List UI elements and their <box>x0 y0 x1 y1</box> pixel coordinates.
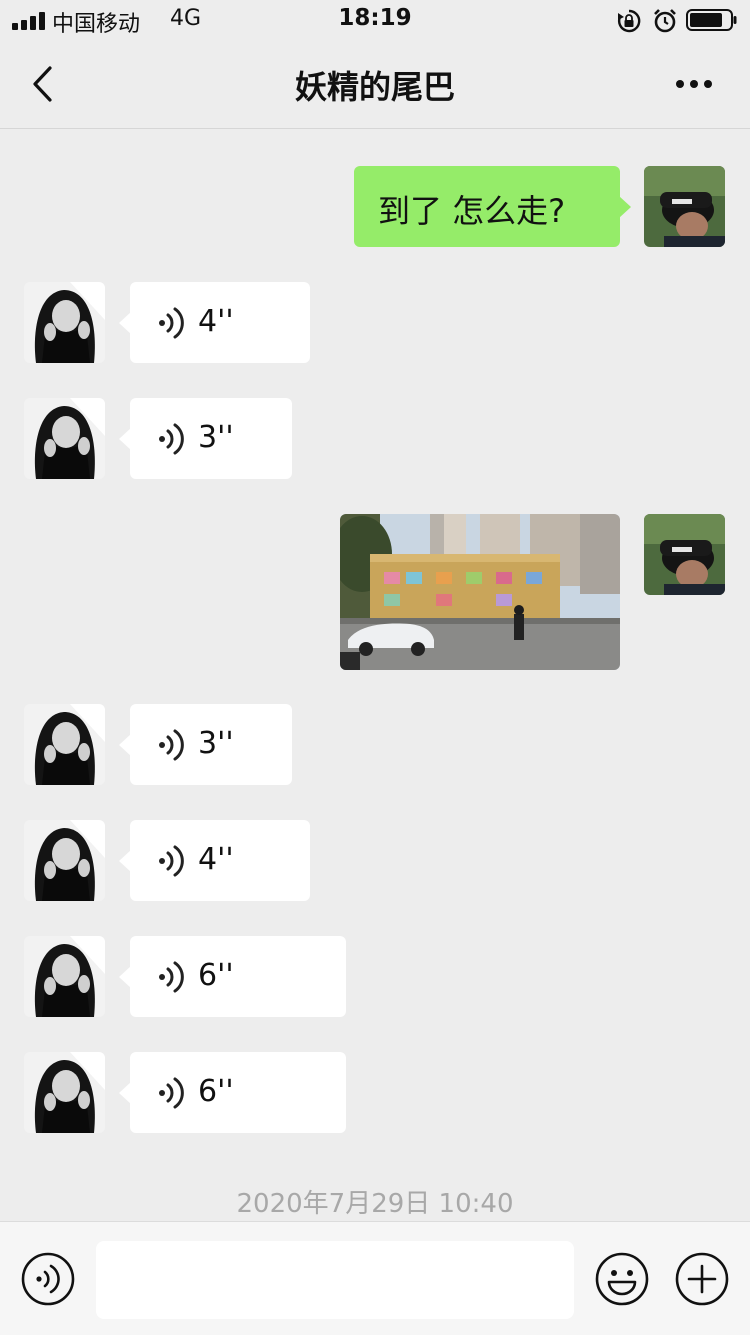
input-bar <box>0 1221 750 1335</box>
alarm-icon <box>654 9 676 33</box>
my-avatar[interactable] <box>644 166 725 247</box>
voice-message[interactable]: 6'' <box>119 1052 346 1133</box>
rotation-lock-icon <box>618 9 641 33</box>
contact-avatar[interactable] <box>24 1052 105 1133</box>
voice-message[interactable]: 4'' <box>119 820 310 901</box>
nav-bar: 妖精的尾巴 <box>0 40 750 129</box>
my-avatar[interactable] <box>644 514 725 595</box>
voice-duration: 6'' <box>198 1074 234 1109</box>
voice-message[interactable]: 3'' <box>119 704 292 785</box>
voice-mode-icon[interactable] <box>20 1251 76 1307</box>
more-horizontal-icon[interactable] <box>666 62 726 106</box>
plus-icon[interactable] <box>674 1251 730 1307</box>
contact-avatar[interactable] <box>24 398 105 479</box>
voice-wave-icon <box>159 961 184 993</box>
image-message[interactable] <box>340 514 620 670</box>
chat-title: 妖精的尾巴 <box>294 68 455 106</box>
contact-avatar[interactable] <box>24 820 105 901</box>
message-text: 到了 怎么走? <box>378 192 566 230</box>
emoji-icon[interactable] <box>594 1251 650 1307</box>
contact-avatar[interactable] <box>24 282 105 363</box>
message-list[interactable]: 到了 怎么走? 4'' 3'' 3'' 4'' 6'' 6'' 2020年7月2… <box>0 129 750 1221</box>
contact-avatar[interactable] <box>24 936 105 1017</box>
message-bubble-text[interactable]: 到了 怎么走? <box>354 166 631 247</box>
status-bar: 中国移动 4G 18:19 <box>0 0 750 40</box>
voice-message[interactable]: 4'' <box>119 282 310 363</box>
voice-wave-icon <box>159 845 184 877</box>
battery-icon <box>686 9 737 31</box>
voice-message[interactable]: 6'' <box>119 936 346 1017</box>
voice-wave-icon <box>159 423 184 455</box>
voice-duration: 3'' <box>198 420 234 455</box>
contact-avatar[interactable] <box>24 704 105 785</box>
chat-timestamp: 2020年7月29日 10:40 <box>236 1189 514 1219</box>
voice-duration: 3'' <box>198 726 234 761</box>
voice-duration: 4'' <box>198 842 234 877</box>
voice-wave-icon <box>159 729 184 761</box>
street-photo <box>340 514 620 670</box>
voice-duration: 4'' <box>198 304 234 339</box>
voice-duration: 6'' <box>198 958 234 993</box>
voice-wave-icon <box>159 307 184 339</box>
message-input[interactable] <box>96 1241 574 1319</box>
voice-message[interactable]: 3'' <box>119 398 292 479</box>
voice-wave-icon <box>159 1077 184 1109</box>
